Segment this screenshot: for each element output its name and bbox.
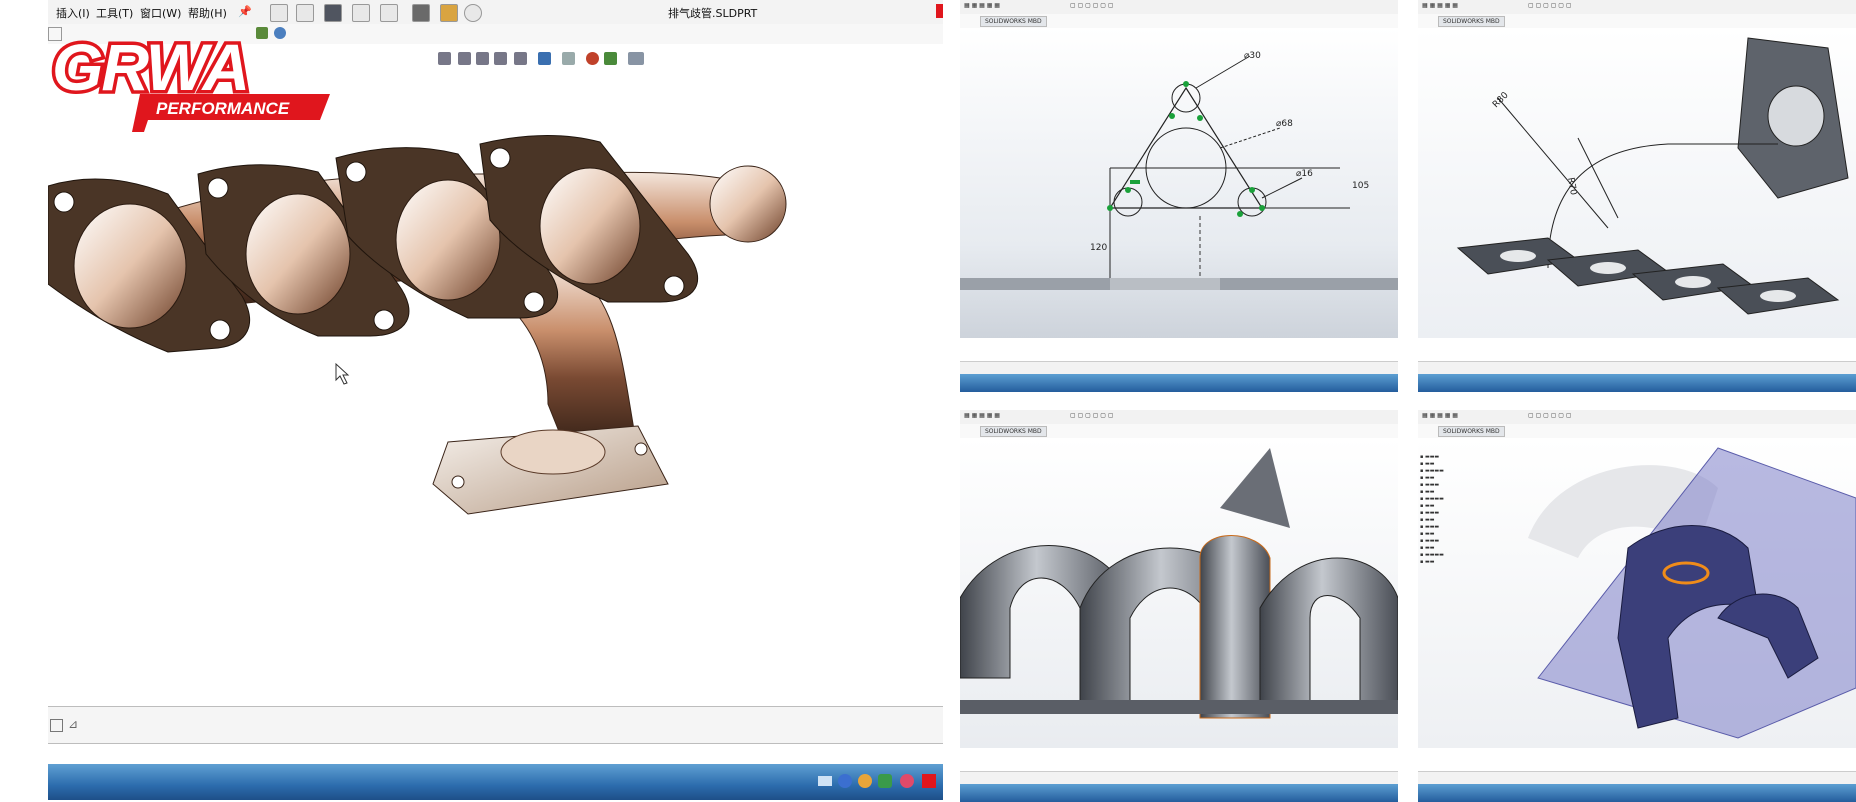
thumb-menu-bar: ▦ ▦ ▦ ▦ ▦ ▢ ▢ ▢ ▢ ▢ ▢	[960, 410, 1398, 425]
dim-text: 120	[1090, 243, 1107, 253]
thumb-tab[interactable]: SOLIDWORKS MBD	[980, 426, 1047, 437]
thumb-menu-bar: ▦ ▦ ▦ ▦ ▦ ▢ ▢ ▢ ▢ ▢ ▢	[1418, 0, 1856, 15]
zoom-area-icon[interactable]	[458, 52, 471, 65]
mouse-cursor-icon	[335, 362, 350, 385]
menu-bar: 插入(I) 工具(T) 窗口(W) 帮助(H) 📌 排气歧管.SLDPRT	[48, 0, 943, 25]
scene-icon[interactable]	[604, 52, 617, 65]
logo-brand: GRWA	[52, 30, 248, 104]
windows-taskbar	[48, 764, 943, 800]
thumbnail-sketch: ▦ ▦ ▦ ▦ ▦ ▢ ▢ ▢ ▢ ▢ ▢ SOLIDWORKS MBD ⌀30 …	[960, 0, 1398, 392]
options-gear-icon[interactable]	[464, 4, 482, 22]
print-icon[interactable]	[352, 4, 370, 22]
thumb-taskbar	[960, 784, 1398, 802]
motion-study-icon[interactable]: ⊿	[68, 717, 78, 731]
dim-text: ⌀30	[1244, 51, 1261, 61]
dim-text: ⌀16	[1296, 169, 1313, 179]
menu-tools[interactable]: 工具(T)	[96, 5, 133, 21]
grwa-performance-logo: GRWA PERFORMANCE	[48, 27, 330, 132]
menu-insert[interactable]: 插入(I)	[56, 5, 90, 21]
dim-text: ⌀68	[1276, 119, 1293, 129]
tray-notification-icon[interactable]	[922, 774, 936, 788]
dim-text: R70	[1565, 177, 1578, 196]
thumb-tab-bar: SOLIDWORKS MBD	[1418, 424, 1856, 439]
display-style-icon[interactable]	[538, 52, 551, 65]
thumb-tab-bar: SOLIDWORKS MBD	[960, 14, 1398, 29]
thumbnail-sweep-path: ▦ ▦ ▦ ▦ ▦ ▢ ▢ ▢ ▢ ▢ ▢ SOLIDWORKS MBD R80 …	[1418, 0, 1856, 392]
thumb-status-bar	[1418, 771, 1856, 784]
window-title: 排气歧管.SLDPRT	[668, 7, 758, 20]
thumb-tab[interactable]: SOLIDWORKS MBD	[1438, 426, 1505, 437]
close-button[interactable]	[936, 4, 943, 18]
thumb-taskbar	[1418, 374, 1856, 392]
thumb-status-bar	[960, 771, 1398, 784]
hide-show-icon[interactable]	[562, 52, 575, 65]
dim-text: 105	[1352, 181, 1369, 191]
appearance-edit-icon[interactable]	[586, 52, 599, 65]
thumb-menu-bar: ▦ ▦ ▦ ▦ ▦ ▢ ▢ ▢ ▢ ▢ ▢	[1418, 410, 1856, 425]
tray-shield-icon[interactable]	[878, 774, 892, 788]
thumb-tab[interactable]: SOLIDWORKS MBD	[1438, 16, 1505, 27]
view-orientation-icon[interactable]	[514, 52, 527, 65]
open-file-icon[interactable]	[296, 4, 314, 22]
view-settings-icon[interactable]	[628, 52, 644, 65]
section-plane-drawing	[1528, 447, 1856, 739]
tube-model-drawing	[960, 448, 1398, 719]
status-bar: ⊿	[48, 706, 943, 744]
thumbnail-tube-model: ▦ ▦ ▦ ▦ ▦ ▢ ▢ ▢ ▢ ▢ ▢ SOLIDWORKS MBD	[960, 410, 1398, 802]
pin-icon[interactable]: 📌	[238, 5, 252, 18]
thumb-status-bar	[1418, 361, 1856, 374]
tray-search-icon[interactable]	[858, 774, 872, 788]
thumb-taskbar	[960, 374, 1398, 392]
thumbnail-section-plane: ▦ ▦ ▦ ▦ ▦ ▢ ▢ ▢ ▢ ▢ ▢ SOLIDWORKS MBD ▪ ▬▬…	[1418, 410, 1856, 802]
menu-window[interactable]: 窗口(W)	[140, 5, 181, 21]
undo-icon[interactable]	[380, 4, 398, 22]
thumb-menu-bar: ▦ ▦ ▦ ▦ ▦ ▢ ▢ ▢ ▢ ▢ ▢	[960, 0, 1398, 15]
select-icon[interactable]	[412, 4, 430, 22]
new-file-icon[interactable]	[270, 4, 288, 22]
rebuild-icon[interactable]	[440, 4, 458, 22]
section-view-icon[interactable]	[494, 52, 507, 65]
sketch-drawing: ⌀30 ⌀68 ⌀16 105 120	[960, 51, 1398, 290]
dim-text: R80	[1491, 90, 1511, 110]
previous-view-icon[interactable]	[476, 52, 489, 65]
logo-tagline: PERFORMANCE	[156, 99, 290, 118]
collector-flange	[432, 425, 669, 515]
save-icon[interactable]	[324, 4, 342, 22]
tray-app-icon[interactable]	[900, 774, 914, 788]
thumb-taskbar	[1418, 784, 1856, 802]
thumb-tab-bar: SOLIDWORKS MBD	[1418, 14, 1856, 29]
exhaust-manifold-render	[48, 134, 787, 515]
tray-help-icon[interactable]	[838, 774, 852, 788]
tray-keyboard-icon[interactable]	[818, 776, 832, 786]
sweep-path-drawing: R80 R70	[1456, 37, 1849, 315]
thumb-tab-bar: SOLIDWORKS MBD	[960, 424, 1398, 439]
thumb-tab[interactable]: SOLIDWORKS MBD	[980, 16, 1047, 27]
model-tab-icon[interactable]	[50, 719, 63, 732]
zoom-to-fit-icon[interactable]	[438, 52, 451, 65]
menu-help[interactable]: 帮助(H)	[188, 5, 227, 21]
thumb-status-bar	[960, 361, 1398, 374]
graphics-viewport[interactable]	[48, 74, 943, 706]
